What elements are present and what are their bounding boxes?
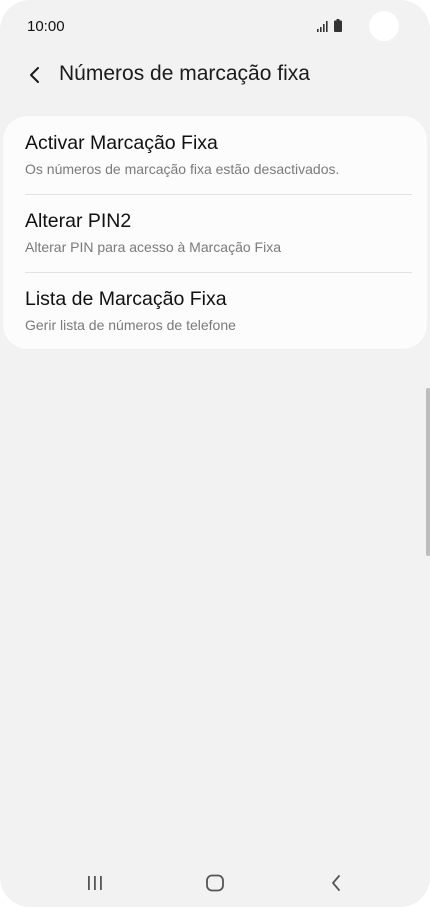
scrollbar[interactable]	[426, 388, 430, 556]
setting-activate-fdn[interactable]: Activar Marcação Fixa Os números de marc…	[3, 116, 427, 194]
setting-subtitle: Alterar PIN para acesso à Marcação Fixa	[25, 239, 281, 255]
setting-change-pin2[interactable]: Alterar PIN2 Alterar PIN para acesso à M…	[3, 194, 427, 272]
back-icon	[332, 875, 340, 891]
home-icon	[206, 874, 224, 892]
nav-back-button[interactable]	[316, 868, 356, 898]
setting-title: Alterar PIN2	[25, 210, 132, 232]
settings-card: Activar Marcação Fixa Os números de marc…	[3, 116, 427, 349]
page-title: Números de marcação fixa	[59, 62, 310, 85]
chevron-left-icon	[30, 67, 39, 83]
signal-icon	[317, 21, 328, 32]
back-button[interactable]	[20, 60, 50, 90]
recent-apps-icon	[88, 876, 102, 890]
status-time: 10:00	[27, 18, 65, 35]
recent-apps-button[interactable]	[75, 868, 115, 898]
status-bar: 10:00	[0, 0, 430, 52]
setting-title: Activar Marcação Fixa	[25, 132, 218, 154]
setting-subtitle: Gerir lista de números de telefone	[25, 317, 236, 333]
battery-icon	[334, 19, 342, 32]
app-header: Números de marcação fixa	[0, 52, 430, 100]
setting-title: Lista de Marcação Fixa	[25, 288, 227, 310]
navigation-bar	[0, 860, 430, 907]
setting-fdn-list[interactable]: Lista de Marcação Fixa Gerir lista de nú…	[3, 272, 427, 350]
phone-screen: 10:00 Números de marcação fixa Activar M…	[0, 0, 430, 907]
home-button[interactable]	[195, 868, 235, 898]
setting-subtitle: Os números de marcação fixa estão desact…	[25, 161, 340, 177]
camera-cutout	[369, 11, 399, 41]
